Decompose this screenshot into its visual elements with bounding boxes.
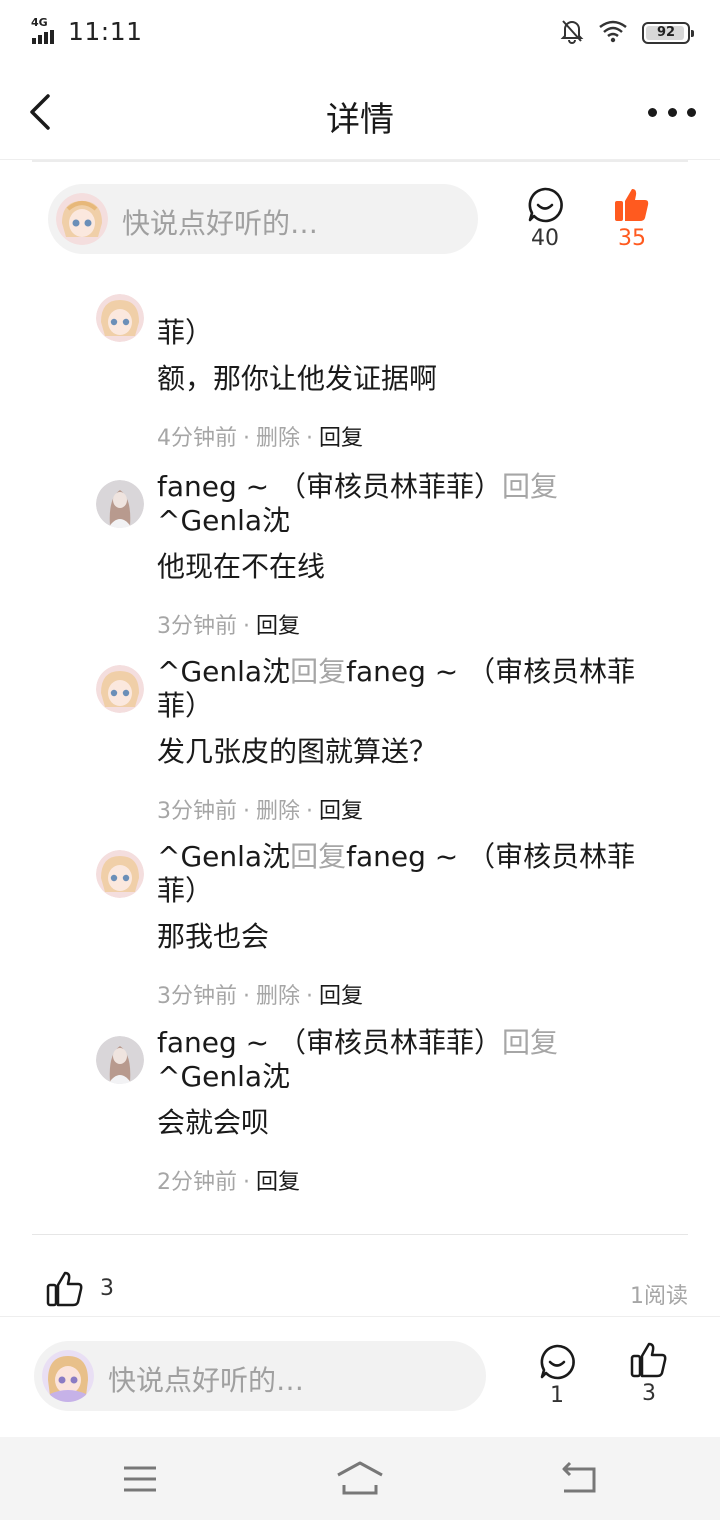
comment-time: 3分钟前 — [157, 799, 237, 824]
comment-text: 那我也会 — [157, 920, 270, 953]
avatar — [96, 480, 144, 528]
list-item: ^Genla沈回复faneg ~ （审核员林菲菲） 那我也会 3分钟前 · 删除 · 回… — [96, 840, 656, 1010]
home-icon — [337, 1461, 383, 1495]
comment-input-placeholder: 快说点好听的… — [122, 207, 319, 240]
comment-meta: 4分钟前 · 删除 · 回复 — [157, 426, 364, 451]
comment-count: 1 — [550, 1383, 564, 1408]
back-nav-button[interactable] — [550, 1457, 610, 1501]
list-item: ^Genla沈回复faneg ~ （审核员林菲菲） 发几张皮的图就算送？ 3分钟… — [96, 655, 656, 825]
like-count: 35 — [618, 226, 646, 251]
comment-header: 菲） — [157, 316, 657, 350]
delete-button[interactable]: 删除 — [256, 426, 300, 451]
comment-author[interactable]: faneg ~ （审核员林菲菲） — [157, 1026, 502, 1059]
comment-time: 3分钟前 — [157, 984, 237, 1009]
comment-meta: 3分钟前 · 回复 — [157, 614, 301, 639]
comment-time: 4分钟前 — [157, 426, 237, 451]
comment-time: 2分钟前 — [157, 1170, 237, 1195]
avatar — [96, 1036, 144, 1084]
reply-label: 回复 — [502, 470, 559, 503]
thumbs-up-icon[interactable] — [46, 1270, 84, 1312]
comment-input-placeholder: 快说点好听的… — [108, 1364, 305, 1397]
divider — [32, 1234, 688, 1235]
like-button[interactable]: 3 — [614, 1341, 684, 1406]
comment-header: ^Genla沈回复faneg ~ （审核员林菲菲） — [157, 840, 657, 908]
comment-bubble-icon — [540, 1344, 575, 1380]
reply-label: 回复 — [502, 1026, 559, 1059]
reply-button[interactable]: 回复 — [319, 426, 363, 451]
comment-text: 发几张皮的图就算送？ — [157, 735, 438, 768]
comment-header: faneg ~ （审核员林菲菲）回复 ^Genla沈 — [157, 470, 657, 538]
network-type: 4G — [31, 16, 48, 29]
wifi-icon — [598, 19, 628, 47]
comment-author[interactable]: ^Genla沈 — [157, 655, 290, 688]
menu-icon — [124, 1466, 156, 1492]
comments-button[interactable]: 40 — [510, 186, 580, 251]
battery-icon: 92 — [642, 22, 694, 44]
avatar — [96, 294, 144, 342]
comment-meta: 3分钟前 · 删除 · 回复 — [157, 799, 364, 824]
like-count: 3 — [642, 1381, 656, 1406]
comment-text: 会就会呗 — [157, 1106, 270, 1139]
comment-input[interactable]: 快说点好听的… — [34, 1341, 486, 1411]
more-options-button[interactable] — [648, 102, 696, 122]
reply-button[interactable]: 回复 — [256, 614, 300, 639]
comment-count: 40 — [531, 226, 559, 251]
return-icon — [562, 1461, 596, 1493]
reply-target[interactable]: ^Genla沈 — [157, 504, 290, 537]
post-stats-row: 3 1阅读 — [0, 1262, 720, 1318]
reply-label: 回复 — [290, 840, 347, 873]
avatar — [96, 850, 144, 898]
list-item: faneg ~ （审核员林菲菲）回复^Genla沈 会就会呗 2分钟前 · 回复 — [96, 1026, 656, 1196]
reply-button[interactable]: 回复 — [319, 799, 363, 824]
reply-button[interactable]: 回复 — [256, 1170, 300, 1195]
list-item: 菲） 额，那你让他发证据啊 4分钟前 · 删除 · 回复 — [96, 294, 657, 451]
battery-level: 92 — [656, 25, 676, 40]
comment-header: faneg ~ （审核员林菲菲）回复 ^Genla沈 — [157, 1026, 657, 1094]
delete-button[interactable]: 删除 — [256, 799, 300, 824]
thumbs-up-filled-icon — [615, 189, 649, 221]
notifications-off-icon — [560, 18, 584, 48]
comment-bar-bottom: 快说点好听的… 1 3 — [0, 1317, 720, 1437]
like-button[interactable]: 35 — [597, 186, 667, 251]
clock: 11:11 — [68, 17, 143, 46]
post-like-count: 3 — [100, 1276, 114, 1301]
comment-bar-top: 快说点好听的… 40 35 — [0, 162, 720, 272]
avatar — [56, 193, 108, 245]
system-nav-bar — [0, 1437, 720, 1520]
menu-button[interactable] — [110, 1457, 170, 1501]
page-title: 详情 — [326, 100, 394, 140]
reply-target: 菲） — [157, 316, 214, 349]
avatar — [42, 1350, 94, 1402]
comment-meta: 2分钟前 · 回复 — [157, 1170, 301, 1195]
comment-time: 3分钟前 — [157, 614, 237, 639]
title-bar: 详情 — [0, 64, 720, 160]
comment-author[interactable]: faneg ~ （审核员林菲菲） — [157, 470, 502, 503]
comment-author[interactable]: ^Genla沈 — [157, 840, 290, 873]
thumbs-up-icon — [630, 1342, 667, 1378]
reply-target[interactable]: ^Genla沈 — [157, 1060, 290, 1093]
reply-label: 回复 — [290, 655, 347, 688]
list-item: faneg ~ （审核员林菲菲）回复^Genla沈 他现在不在线 3分钟前 · 回复 — [96, 470, 656, 640]
comment-text: 额，那你让他发证据啊 — [157, 362, 438, 395]
delete-button[interactable]: 删除 — [256, 984, 300, 1009]
status-bar: 4G 11:11 92 — [0, 0, 720, 64]
comments-button[interactable]: 1 — [522, 1343, 592, 1408]
read-count: 1阅读 — [630, 1284, 688, 1309]
reply-button[interactable]: 回复 — [319, 984, 363, 1009]
comment-text: 他现在不在线 — [157, 550, 326, 583]
cellular-signal-icon: 4G — [30, 16, 62, 44]
home-button[interactable] — [330, 1457, 390, 1501]
avatar — [96, 665, 144, 713]
comment-input[interactable]: 快说点好听的… — [48, 184, 478, 254]
comment-header: ^Genla沈回复faneg ~ （审核员林菲菲） — [157, 655, 657, 723]
comment-meta: 3分钟前 · 删除 · 回复 — [157, 984, 364, 1009]
comment-bubble-icon — [528, 187, 563, 223]
